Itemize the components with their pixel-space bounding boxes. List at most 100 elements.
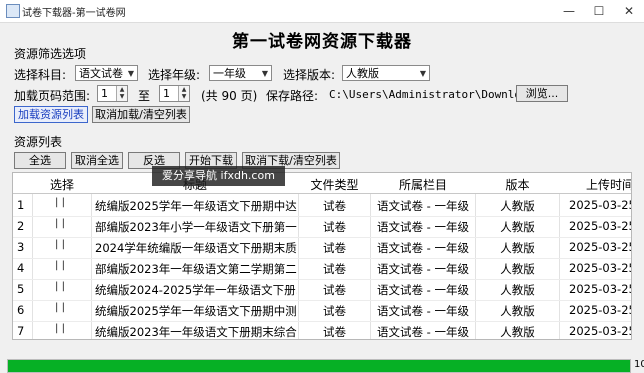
table-row[interactable]: 6 统编版2025学年一年级语文下册期中测… 试卷 语文试卷 - 一年级 人教版 2025… bbox=[13, 299, 631, 322]
resource-table: 选择 标题 文件类型 所属栏目 版本 上传时间 1 统编版2025学年一年级语文下… bbox=[12, 172, 632, 340]
page-from-spinner[interactable]: 1 ▲ ▼ bbox=[97, 85, 128, 102]
deselect-all-button[interactable]: 取消全选 bbox=[71, 152, 123, 169]
row-upload-date: 2025-03-25 bbox=[569, 219, 632, 233]
row-upload-date: 2025-03-25 bbox=[569, 261, 632, 275]
download-progress-bar bbox=[7, 359, 631, 373]
row-category: 语文试卷 - 一年级 bbox=[377, 283, 469, 297]
row-upload-date: 2025-03-25 bbox=[569, 240, 632, 254]
chevron-down-icon: ▼ bbox=[127, 69, 134, 78]
cancel-load-button[interactable]: 取消加载/清空列表 bbox=[92, 106, 190, 123]
watermark-overlay: 爱分享导航 ifxdh.com bbox=[152, 166, 285, 186]
row-checkbox[interactable]: | | bbox=[37, 302, 83, 316]
row-title: 统编版2023年一年级语文下册期末综合… bbox=[95, 325, 297, 339]
table-row[interactable]: 3 2024学年统编版一年级语文下册期末质… 试卷 语文试卷 - 一年级 人教版 2025… bbox=[13, 236, 631, 259]
row-number: 6 bbox=[17, 303, 25, 317]
page-to-spinner[interactable]: 1 ▲ ▼ bbox=[159, 85, 190, 102]
minimize-icon[interactable]: — bbox=[554, 0, 584, 22]
row-file-type: 试卷 bbox=[323, 304, 346, 318]
table-row[interactable]: 1 统编版2025学年一年级语文下册期中达… 试卷 语文试卷 - 一年级 人教版 2025… bbox=[13, 194, 631, 217]
row-checkbox[interactable]: | | bbox=[37, 260, 83, 274]
row-version: 人教版 bbox=[500, 262, 535, 276]
spinner-arrows-icon[interactable]: ▲ ▼ bbox=[178, 86, 189, 101]
row-title: 统编版2025学年一年级语文下册期中测… bbox=[95, 304, 297, 318]
subject-select[interactable]: 语文试卷 ▼ bbox=[75, 65, 138, 81]
row-title: 统编版2024-2025学年一年级语文下册… bbox=[95, 283, 297, 297]
table-row[interactable]: 5 统编版2024-2025学年一年级语文下册… 试卷 语文试卷 - 一年级 人教版 20… bbox=[13, 278, 631, 301]
column-header-select[interactable]: 选择 bbox=[33, 176, 91, 193]
row-version: 人教版 bbox=[500, 304, 535, 318]
table-header: 选择 标题 文件类型 所属栏目 版本 上传时间 bbox=[13, 173, 631, 194]
vertical-scrollbar[interactable] bbox=[632, 172, 642, 338]
row-title: 统编版2025学年一年级语文下册期中达… bbox=[95, 199, 297, 213]
row-version: 人教版 bbox=[500, 199, 535, 213]
row-checkbox[interactable]: | | bbox=[37, 218, 83, 232]
save-path-value: C:\Users\Administrator\Downloads bbox=[329, 88, 541, 101]
column-header-category[interactable]: 所属栏目 bbox=[371, 176, 475, 193]
row-number: 7 bbox=[17, 324, 25, 338]
row-upload-date: 2025-03-25 bbox=[569, 198, 632, 212]
row-title: 部编版2023年小学一年级语文下册第一… bbox=[95, 220, 297, 234]
save-path-label: 保存路径: bbox=[266, 89, 319, 103]
row-checkbox[interactable]: | | bbox=[37, 323, 83, 337]
chevron-down-icon: ▼ bbox=[419, 69, 426, 78]
row-number: 2 bbox=[17, 219, 25, 233]
row-version: 人教版 bbox=[500, 241, 535, 255]
progress-label: 10 bbox=[634, 359, 644, 370]
page-range-label: 加载页码范围: bbox=[14, 89, 91, 103]
app-icon bbox=[6, 4, 20, 18]
row-file-type: 试卷 bbox=[323, 199, 346, 213]
grade-value: 一年级 bbox=[213, 67, 246, 80]
row-file-type: 试卷 bbox=[323, 283, 346, 297]
row-category: 语文试卷 - 一年级 bbox=[377, 220, 469, 234]
version-select[interactable]: 人教版 ▼ bbox=[342, 65, 430, 81]
version-label: 选择版本: bbox=[283, 68, 336, 82]
row-version: 人教版 bbox=[500, 283, 535, 297]
column-header-date[interactable]: 上传时间 bbox=[560, 176, 631, 193]
row-upload-date: 2025-03-25 bbox=[569, 303, 632, 317]
row-version: 人教版 bbox=[500, 325, 535, 339]
to-label: 至 bbox=[138, 89, 151, 103]
spinner-arrows-icon[interactable]: ▲ ▼ bbox=[116, 86, 127, 101]
row-number: 5 bbox=[17, 282, 25, 296]
select-all-button[interactable]: 全选 bbox=[14, 152, 66, 169]
window-title: 试卷下载器-第一试卷网 bbox=[22, 8, 126, 19]
table-row[interactable]: 4 部编版2023年一年级语文第二学期第二… 试卷 语文试卷 - 一年级 人教版 2025… bbox=[13, 257, 631, 280]
row-category: 语文试卷 - 一年级 bbox=[377, 262, 469, 276]
row-file-type: 试卷 bbox=[323, 325, 346, 339]
close-icon[interactable]: ✕ bbox=[614, 0, 644, 22]
table-row[interactable]: 7 统编版2023年一年级语文下册期末综合… 试卷 语文试卷 - 一年级 人教版 2025… bbox=[13, 320, 632, 339]
row-category: 语文试卷 - 一年级 bbox=[377, 241, 469, 255]
subject-value: 语文试卷 bbox=[79, 67, 123, 80]
filter-section-title: 资源筛选选项 bbox=[14, 47, 87, 61]
chevron-down-icon: ▼ bbox=[261, 69, 268, 78]
row-file-type: 试卷 bbox=[323, 262, 346, 276]
grade-select[interactable]: 一年级 ▼ bbox=[209, 65, 272, 81]
row-file-type: 试卷 bbox=[323, 220, 346, 234]
row-number: 3 bbox=[17, 240, 25, 254]
grade-label: 选择年级: bbox=[148, 68, 201, 82]
row-file-type: 试卷 bbox=[323, 241, 346, 255]
version-value: 人教版 bbox=[346, 67, 379, 80]
row-title: 部编版2023年一年级语文第二学期第二… bbox=[95, 262, 297, 276]
row-upload-date: 2025-03-25 bbox=[569, 324, 632, 338]
row-title: 2024学年统编版一年级语文下册期末质… bbox=[95, 241, 297, 255]
total-pages: (共 90 页) bbox=[201, 89, 258, 103]
maximize-icon[interactable]: ☐ bbox=[584, 0, 614, 22]
column-header-version[interactable]: 版本 bbox=[476, 176, 559, 193]
page-to-value: 1 bbox=[163, 87, 170, 100]
row-checkbox[interactable]: | | bbox=[37, 281, 83, 295]
load-list-button[interactable]: 加载资源列表 bbox=[14, 106, 88, 123]
table-row[interactable]: 2 部编版2023年小学一年级语文下册第一… 试卷 语文试卷 - 一年级 人教版 2025… bbox=[13, 215, 631, 238]
subject-label: 选择科目: bbox=[14, 68, 67, 82]
page-from-value: 1 bbox=[101, 87, 108, 100]
row-category: 语文试卷 - 一年级 bbox=[377, 325, 469, 339]
browse-button[interactable]: 浏览... bbox=[516, 85, 568, 102]
resource-section-title: 资源列表 bbox=[14, 135, 63, 149]
column-header-type[interactable]: 文件类型 bbox=[299, 176, 370, 193]
row-category: 语文试卷 - 一年级 bbox=[377, 304, 469, 318]
row-checkbox[interactable]: | | bbox=[37, 197, 83, 211]
row-category: 语文试卷 - 一年级 bbox=[377, 199, 469, 213]
row-version: 人教版 bbox=[500, 220, 535, 234]
progress-fill bbox=[8, 360, 630, 372]
row-checkbox[interactable]: | | bbox=[37, 239, 83, 253]
